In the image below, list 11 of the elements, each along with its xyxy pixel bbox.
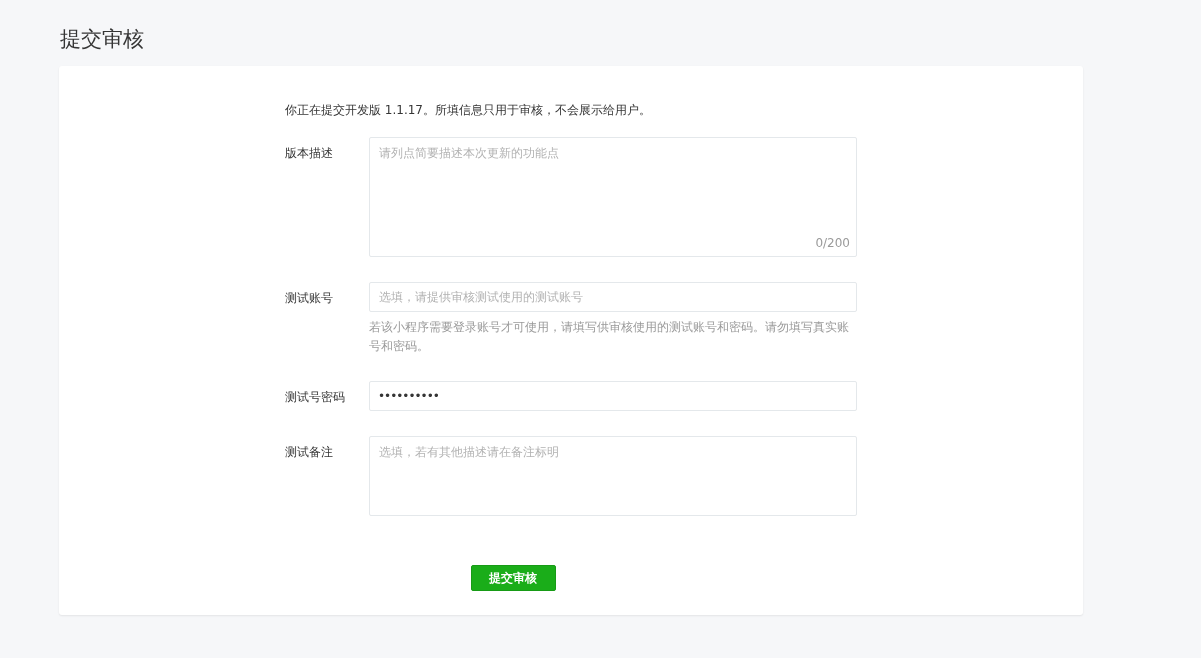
- page-title: 提交审核: [60, 26, 145, 53]
- password-field[interactable]: ••••••••••: [369, 381, 857, 411]
- field-label: 测试账号: [285, 290, 334, 306]
- field-label: 版本描述: [285, 145, 334, 161]
- input-field[interactable]: 选填，请提供审核测试使用的测试账号: [369, 282, 857, 312]
- field-label: 测试号密码: [285, 389, 346, 405]
- intro-text: 你正在提交开发版 1.1.17。所填信息只用于审核，不会展示给用户。: [285, 102, 652, 118]
- field-label: 测试备注: [285, 444, 334, 460]
- text-area-field[interactable]: 选填，若有其他描述请在备注标明: [369, 436, 857, 516]
- character-counter: 0/200: [815, 236, 850, 250]
- field-hint: 若该小程序需要登录账号才可使用，请填写供审核使用的测试账号和密码。请勿填写真实账号和密码。: [369, 319, 850, 355]
